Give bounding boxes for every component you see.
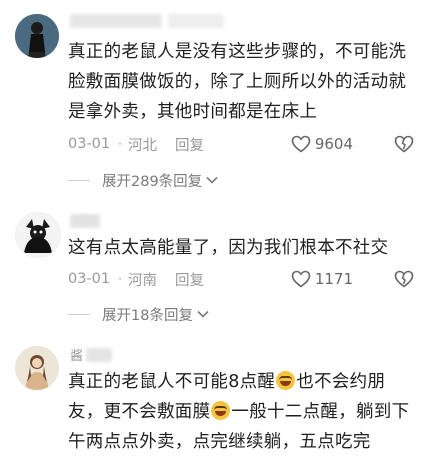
chevron-down-icon — [197, 310, 209, 318]
chevron-down-icon — [206, 176, 218, 184]
dislike-button[interactable] — [393, 268, 415, 290]
broken-heart-icon — [394, 270, 414, 288]
like-count: 1171 — [314, 270, 353, 288]
comment-meta: 03-01 · 河南 回复 — [68, 268, 420, 290]
heart-icon — [291, 135, 311, 153]
reply-button[interactable]: 回复 — [175, 134, 204, 155]
comment-text: 这有点太高能量了，因为我们根本不社交 — [68, 238, 389, 258]
username-redacted — [86, 348, 112, 362]
comment-meta: 03-01 · 河北 回复 — [68, 133, 420, 155]
laughing-emoji-icon — [276, 371, 296, 390]
broken-heart-icon — [394, 135, 414, 153]
avatar-image — [16, 213, 60, 257]
laughing-emoji-icon — [211, 401, 231, 420]
comment-item: 真正的老鼠人是没有这些步骤的，不可能洗脸敷面膜做饭的，除了上厕所以外的活动就是拿… — [0, 0, 437, 196]
expand-label: 展开289条回复 — [102, 173, 203, 190]
avatar[interactable] — [15, 14, 59, 58]
comment-item: 酱 真正的老鼠人不可能8点醒 也不会约朋友，更不会敷面膜 一般十二点醒，躺到下午两点… — [0, 336, 437, 468]
username: 酱 — [70, 349, 84, 364]
avatar-image — [15, 14, 59, 58]
separator-dot: · — [118, 272, 122, 286]
like-count: 9604 — [314, 135, 353, 153]
avatar[interactable] — [15, 346, 59, 390]
reply-button[interactable]: 回复 — [175, 269, 204, 290]
expand-label: 展开18条回复 — [102, 307, 193, 324]
comment-text: 真正的老鼠人是没有这些步骤的，不可能洗脸敷面膜做饭的，除了上厕所以外的活动就是拿… — [68, 42, 407, 122]
like-button[interactable]: 1171 — [291, 268, 353, 290]
comment-date: 03-01 — [68, 271, 111, 287]
like-button[interactable]: 9604 — [291, 133, 353, 155]
username-redacted-tail — [168, 14, 224, 28]
comment-region: 河南 — [127, 272, 157, 289]
separator-dot: · — [118, 137, 122, 151]
dislike-button[interactable] — [393, 133, 415, 155]
expand-line — [68, 179, 90, 181]
comment-date: 03-01 — [68, 136, 111, 152]
heart-icon — [291, 270, 311, 288]
comment-item: 这有点太高能量了，因为我们根本不社交 03-01 · 河南 回复 1171 展开… — [0, 196, 437, 336]
expand-replies-button[interactable]: 展开18条回复 — [68, 303, 209, 325]
avatar[interactable] — [15, 212, 61, 258]
username-redacted — [70, 214, 100, 228]
expand-replies-button[interactable]: 展开289条回复 — [68, 169, 218, 191]
avatar-image — [15, 346, 59, 390]
username-redacted — [70, 14, 162, 28]
comment-text: 真正的老鼠人不可能8点醒 也不会约朋友，更不会敷面膜 一般十二点醒，躺到下午两点点外… — [68, 371, 410, 452]
expand-line — [68, 313, 90, 315]
comment-region: 河北 — [127, 137, 157, 154]
